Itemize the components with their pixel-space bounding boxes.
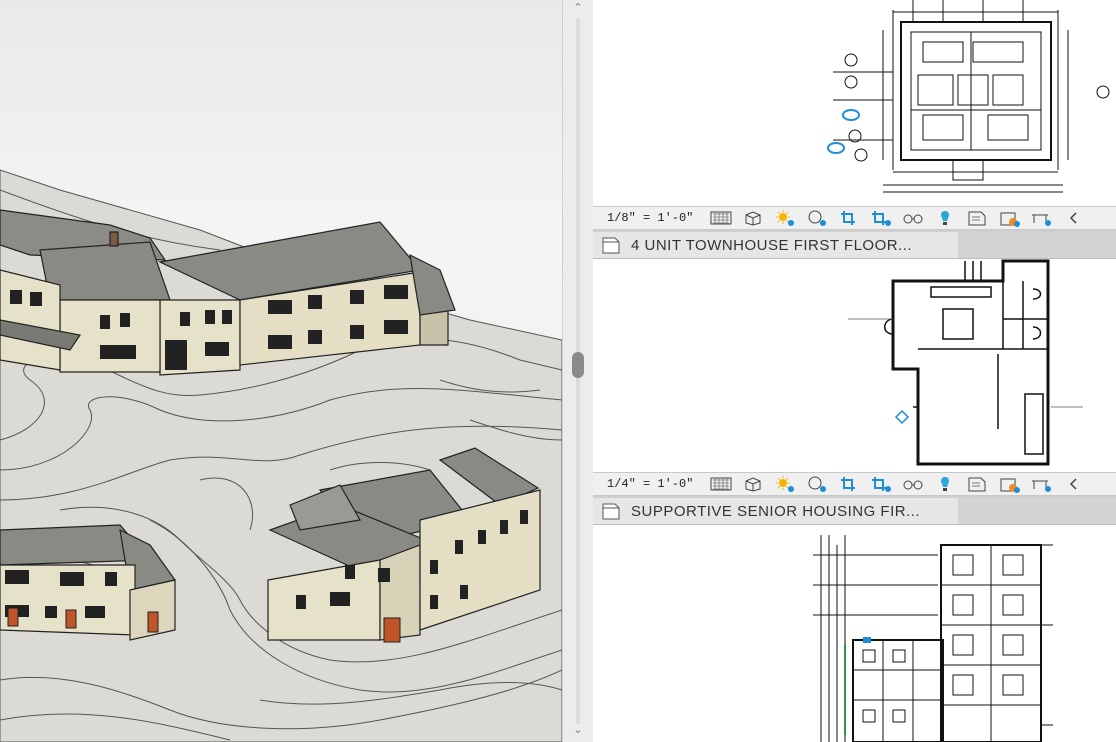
shadows-icon[interactable] xyxy=(801,475,833,493)
vertical-scrollbar[interactable]: ⌃ ⌄ xyxy=(562,0,594,742)
show-crop-region-icon[interactable] xyxy=(865,475,897,493)
scroll-left-icon[interactable] xyxy=(1057,209,1089,227)
highlight-displacement-icon[interactable] xyxy=(993,209,1025,227)
sheet-document-icon xyxy=(602,237,620,254)
sun-path-icon[interactable] xyxy=(769,475,801,493)
analytical-model-icon[interactable] xyxy=(961,209,993,227)
view-control-bar-2: 1/4" = 1'-0" xyxy=(593,472,1116,496)
worksharing-icon[interactable] xyxy=(1025,209,1057,227)
scroll-thumb[interactable] xyxy=(572,352,584,378)
visual-style-cube-icon[interactable] xyxy=(737,209,769,227)
detail-level-icon[interactable] xyxy=(705,475,737,493)
view-scale-2[interactable]: 1/4" = 1'-0" xyxy=(593,477,705,491)
reveal-hidden-icon[interactable] xyxy=(929,209,961,227)
townhouse-floor-plan-drawing xyxy=(848,259,1083,466)
view-title-2: 4 UNIT TOWNHOUSE FIRST FLOOR... xyxy=(631,236,913,254)
view-title-3: SUPPORTIVE SENIOR HOUSING FIR... xyxy=(631,502,921,520)
show-crop-region-icon[interactable] xyxy=(865,209,897,227)
view-title-bar-3[interactable]: SUPPORTIVE SENIOR HOUSING FIR... xyxy=(593,498,1116,525)
scroll-down-icon[interactable]: ⌄ xyxy=(563,722,593,738)
sheet-document-icon xyxy=(602,503,620,520)
detail-level-icon[interactable] xyxy=(705,209,737,227)
floor-plan-drawing xyxy=(827,0,1110,193)
temporary-hide-icon[interactable] xyxy=(897,475,929,493)
scroll-up-icon[interactable]: ⌃ xyxy=(563,0,593,16)
scroll-left-icon[interactable] xyxy=(1057,475,1089,493)
reveal-hidden-icon[interactable] xyxy=(929,475,961,493)
view-title-bar-2[interactable]: 4 UNIT TOWNHOUSE FIRST FLOOR... xyxy=(593,232,1116,259)
visual-style-cube-icon[interactable] xyxy=(737,475,769,493)
senior-housing-floor-plan-drawing xyxy=(813,535,1053,742)
floor-plan-view-2[interactable] xyxy=(593,259,1116,472)
view-stack: 1/8" = 1'-0" 4 UNIT TOWNHOUSE FIRST FLOO… xyxy=(593,0,1116,742)
crop-view-icon[interactable] xyxy=(833,209,865,227)
view-scale-1[interactable]: 1/8" = 1'-0" xyxy=(593,211,705,225)
floor-plan-view-1[interactable] xyxy=(593,0,1116,206)
shadows-icon[interactable] xyxy=(801,209,833,227)
worksharing-icon[interactable] xyxy=(1025,475,1057,493)
highlight-displacement-icon[interactable] xyxy=(993,475,1025,493)
sun-path-icon[interactable] xyxy=(769,209,801,227)
view-tab-2[interactable]: 4 UNIT TOWNHOUSE FIRST FLOOR... xyxy=(593,232,958,258)
analytical-model-icon[interactable] xyxy=(961,475,993,493)
3d-view-pane[interactable] xyxy=(0,0,562,742)
crop-view-icon[interactable] xyxy=(833,475,865,493)
view-control-bar-1: 1/8" = 1'-0" xyxy=(593,206,1116,230)
3d-site-model xyxy=(0,169,562,742)
view-tab-3[interactable]: SUPPORTIVE SENIOR HOUSING FIR... xyxy=(593,498,958,524)
floor-plan-view-3[interactable] xyxy=(593,525,1116,742)
temporary-hide-icon[interactable] xyxy=(897,209,929,227)
